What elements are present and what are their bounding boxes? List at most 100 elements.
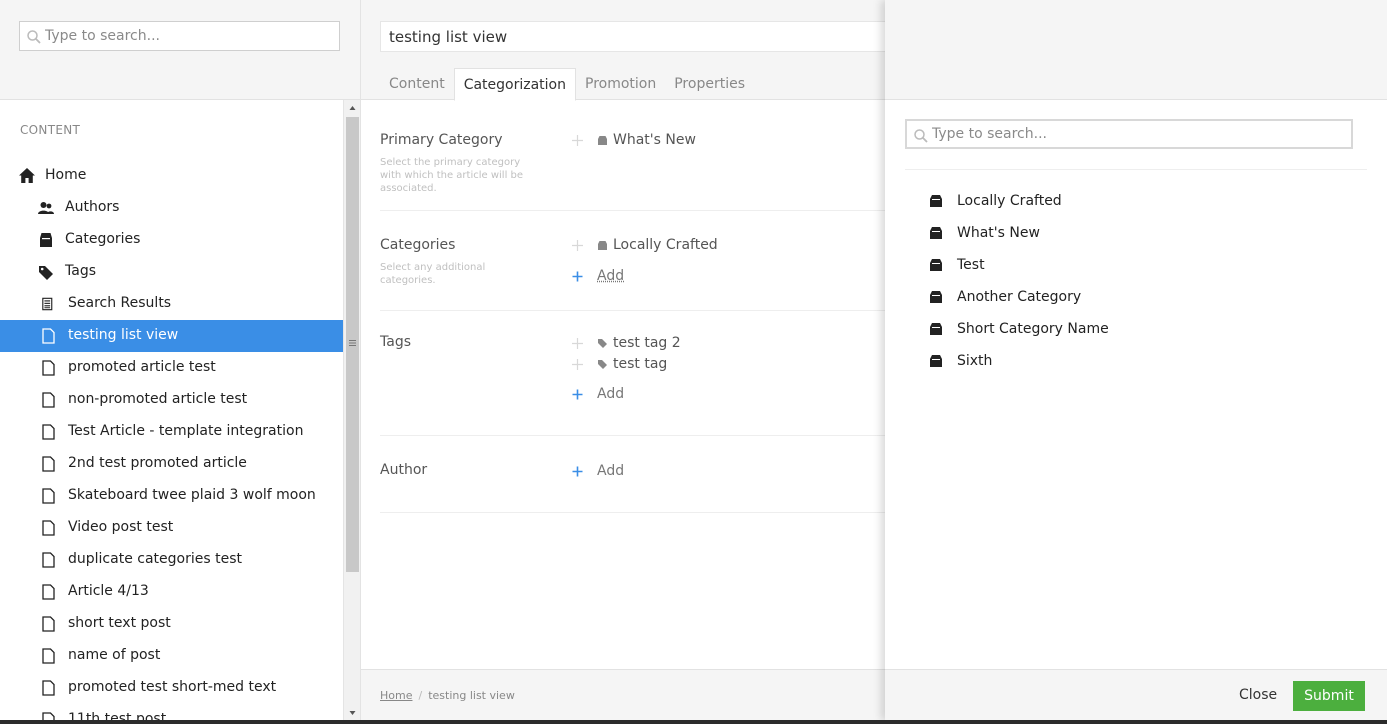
drag-handle-icon[interactable] bbox=[572, 239, 583, 251]
tree-item-label: Search Results bbox=[68, 295, 172, 311]
tag-value-item[interactable]: test tag bbox=[572, 356, 667, 372]
divider bbox=[380, 310, 886, 311]
list-icon bbox=[42, 297, 53, 311]
document-icon bbox=[42, 456, 55, 472]
tree-item-article[interactable]: duplicate categories test bbox=[0, 544, 343, 576]
tab-promotion[interactable]: Promotion bbox=[576, 68, 665, 100]
category-option[interactable]: Another Category bbox=[885, 282, 1387, 314]
picker-search-input[interactable] bbox=[907, 121, 1351, 147]
tree-item-home[interactable]: Home bbox=[0, 160, 343, 192]
document-icon bbox=[42, 648, 55, 664]
category-option[interactable]: What's New bbox=[885, 218, 1387, 250]
drag-handle-icon[interactable] bbox=[572, 134, 583, 146]
tree-item-article[interactable]: Video post test bbox=[0, 512, 343, 544]
drag-handle-icon[interactable] bbox=[572, 337, 583, 349]
editor-tabs: Content Categorization Promotion Propert… bbox=[380, 68, 754, 101]
tree-item-article[interactable]: Test Article - template integration bbox=[0, 416, 343, 448]
add-author-button[interactable]: Add bbox=[572, 463, 624, 479]
tree-item-article[interactable]: non-promoted article test bbox=[0, 384, 343, 416]
add-category-label: Add bbox=[597, 268, 625, 284]
tag-value-item[interactable]: test tag 2 bbox=[572, 335, 681, 351]
content-tree-panel: CONTENT Home Authors bbox=[0, 0, 360, 720]
drag-handle-icon[interactable] bbox=[572, 358, 583, 370]
category-picker-panel: Locally Crafted What's New Test Another … bbox=[885, 0, 1387, 720]
primary-category-label: Primary Category bbox=[380, 132, 503, 148]
tag-icon bbox=[598, 338, 607, 348]
category-value-text: Locally Crafted bbox=[613, 237, 718, 253]
tree-item-article[interactable]: promoted test short-med text bbox=[0, 672, 343, 704]
category-icon bbox=[40, 233, 52, 247]
search-icon bbox=[914, 129, 928, 143]
primary-category-value[interactable]: What's New bbox=[572, 132, 696, 148]
tree-search-box[interactable] bbox=[19, 21, 340, 51]
picker-header bbox=[885, 0, 1387, 100]
tree-header bbox=[0, 0, 360, 100]
tree-item-label: Categories bbox=[65, 231, 141, 247]
category-icon bbox=[930, 323, 942, 335]
search-icon bbox=[27, 30, 41, 44]
tree-item-article[interactable]: name of post bbox=[0, 640, 343, 672]
picker-search-box[interactable] bbox=[905, 119, 1353, 149]
add-category-button[interactable]: Add bbox=[572, 268, 624, 284]
tree-item-label: Authors bbox=[65, 199, 120, 215]
category-value-item[interactable]: Locally Crafted bbox=[572, 237, 718, 253]
plus-icon bbox=[572, 466, 583, 476]
close-button[interactable]: Close bbox=[1239, 687, 1277, 703]
submit-button[interactable]: Submit bbox=[1293, 681, 1365, 711]
scroll-up-arrow-icon[interactable] bbox=[348, 104, 357, 112]
article-title-input[interactable] bbox=[380, 21, 900, 52]
scrollbar-thumb[interactable] bbox=[346, 117, 359, 572]
tree-item-search-results[interactable]: Search Results bbox=[0, 288, 343, 320]
scroll-down-arrow-icon[interactable] bbox=[348, 709, 357, 717]
document-icon bbox=[42, 680, 55, 696]
tree-item-label: testing list view bbox=[68, 327, 179, 343]
breadcrumb-current: testing list view bbox=[428, 689, 515, 702]
tree-item-article[interactable]: short text post bbox=[0, 608, 343, 640]
category-icon bbox=[930, 291, 942, 303]
tree-item-label: Tags bbox=[65, 263, 96, 279]
categories-label: Categories bbox=[380, 237, 456, 253]
article-editor: Content Categorization Promotion Propert… bbox=[360, 0, 900, 720]
category-option[interactable]: Locally Crafted bbox=[885, 186, 1387, 218]
category-option[interactable]: Test bbox=[885, 250, 1387, 282]
tree-item-label: duplicate categories test bbox=[68, 551, 242, 567]
tree-item-testing-list-view[interactable]: testing list view bbox=[0, 320, 343, 352]
add-tag-button[interactable]: Add bbox=[572, 386, 624, 402]
tree-item-label: promoted test short-med text bbox=[68, 679, 277, 695]
tree-item-article[interactable]: 2nd test promoted article bbox=[0, 448, 343, 480]
category-option-label: Short Category Name bbox=[957, 321, 1109, 337]
tag-icon bbox=[598, 359, 607, 369]
divider bbox=[380, 512, 886, 513]
tree-item-label: Home bbox=[45, 167, 87, 183]
tree-item-article[interactable]: Skateboard twee plaid 3 wolf moon bbox=[0, 480, 343, 512]
tab-properties[interactable]: Properties bbox=[665, 68, 754, 100]
app-window: CONTENT Home Authors bbox=[0, 0, 1387, 720]
author-label: Author bbox=[380, 462, 428, 478]
content-tree: CONTENT Home Authors Categories Tags Sea… bbox=[0, 100, 343, 720]
tree-search-input[interactable] bbox=[20, 22, 339, 50]
category-icon bbox=[930, 227, 942, 239]
tab-categorization[interactable]: Categorization bbox=[453, 68, 576, 101]
document-icon bbox=[42, 584, 55, 600]
breadcrumb-home-link[interactable]: Home bbox=[380, 689, 412, 702]
tree-item-authors[interactable]: Authors bbox=[0, 192, 343, 224]
primary-category-help: Select the primary category with which t… bbox=[380, 157, 524, 194]
divider bbox=[380, 435, 886, 436]
users-icon bbox=[38, 202, 54, 214]
category-option[interactable]: Sixth bbox=[885, 346, 1387, 378]
tree-scrollbar[interactable] bbox=[343, 100, 360, 720]
tree-item-label: Video post test bbox=[68, 519, 174, 535]
window-bottom-edge bbox=[0, 720, 1387, 724]
category-icon bbox=[598, 135, 607, 145]
tree-item-tags[interactable]: Tags bbox=[0, 256, 343, 288]
tree-item-article[interactable]: Article 4/13 bbox=[0, 576, 343, 608]
document-icon bbox=[42, 360, 55, 376]
category-option[interactable]: Short Category Name bbox=[885, 314, 1387, 346]
tree-item-article[interactable]: 11th test post bbox=[0, 704, 343, 720]
tree-item-label: Test Article - template integration bbox=[68, 423, 304, 439]
tab-content[interactable]: Content bbox=[380, 68, 454, 100]
tree-item-label: 2nd test promoted article bbox=[68, 455, 247, 471]
tree-item-label: short text post bbox=[68, 615, 171, 631]
tree-item-categories[interactable]: Categories bbox=[0, 224, 343, 256]
tree-item-article[interactable]: promoted article test bbox=[0, 352, 343, 384]
